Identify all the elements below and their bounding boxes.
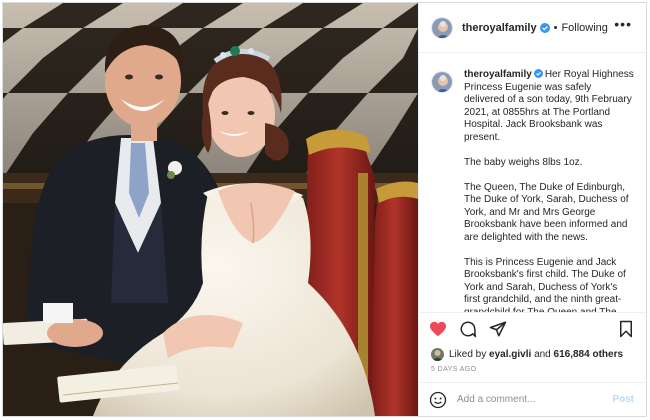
share-icon[interactable] <box>489 320 507 338</box>
post-timestamp[interactable]: 5 DAYS AGO <box>419 364 646 382</box>
post-sidebar: theroyalfamily • Following ••• theroyalf… <box>418 3 646 416</box>
post-comment-button[interactable]: Post <box>612 394 634 405</box>
post-header: theroyalfamily • Following ••• <box>419 3 646 53</box>
caption-paragraph-3: The Queen, The Duke of Edinburgh, The Du… <box>464 181 629 243</box>
comment-icon[interactable] <box>459 320 477 338</box>
liker-avatar[interactable] <box>431 347 444 361</box>
likes-summary: Liked by eyal.givli and 616,884 others <box>419 344 646 364</box>
caption-section: theroyalfamily Her Royal Highness Princes… <box>419 53 646 312</box>
following-button[interactable]: Following <box>561 22 607 34</box>
separator-dot: • <box>553 21 558 34</box>
smiley-icon[interactable] <box>429 391 447 409</box>
wedding-photo-illustration <box>3 3 418 416</box>
caption-paragraph-1: Her Royal Highness Princess Eugenie was … <box>464 69 634 143</box>
caption-paragraph-4: This is Princess Eugenie and Jack Brooks… <box>464 256 626 313</box>
more-options-icon[interactable]: ••• <box>614 16 632 32</box>
comment-input[interactable]: Add a comment... <box>457 394 535 405</box>
heart-icon[interactable] <box>429 321 447 337</box>
header-username[interactable]: theroyalfamily <box>462 22 537 34</box>
liker-username[interactable]: eyal.givli <box>489 349 531 360</box>
profile-avatar[interactable] <box>431 16 453 39</box>
verified-badge-icon <box>539 22 550 33</box>
caption-username[interactable]: theroyalfamily <box>464 69 532 80</box>
bookmark-icon[interactable] <box>618 320 634 338</box>
caption-paragraph-2: The baby weighs 8lbs 1oz. <box>464 156 583 168</box>
verified-badge-icon <box>533 69 543 78</box>
comment-box: Add a comment... Post <box>419 382 646 416</box>
action-bar <box>419 312 646 344</box>
likes-count[interactable]: 616,884 others <box>554 349 624 360</box>
instagram-post: theroyalfamily • Following ••• theroyalf… <box>2 2 647 417</box>
caption-text: theroyalfamily Her Royal Highness Princes… <box>464 69 634 312</box>
caption-paragraph: theroyalfamily Her Royal Highness Princes… <box>464 69 634 144</box>
caption-avatar[interactable] <box>431 71 453 93</box>
post-photo[interactable] <box>3 3 418 416</box>
likes-conjunction: and <box>534 348 551 360</box>
likes-prefix: Liked by <box>449 348 487 360</box>
